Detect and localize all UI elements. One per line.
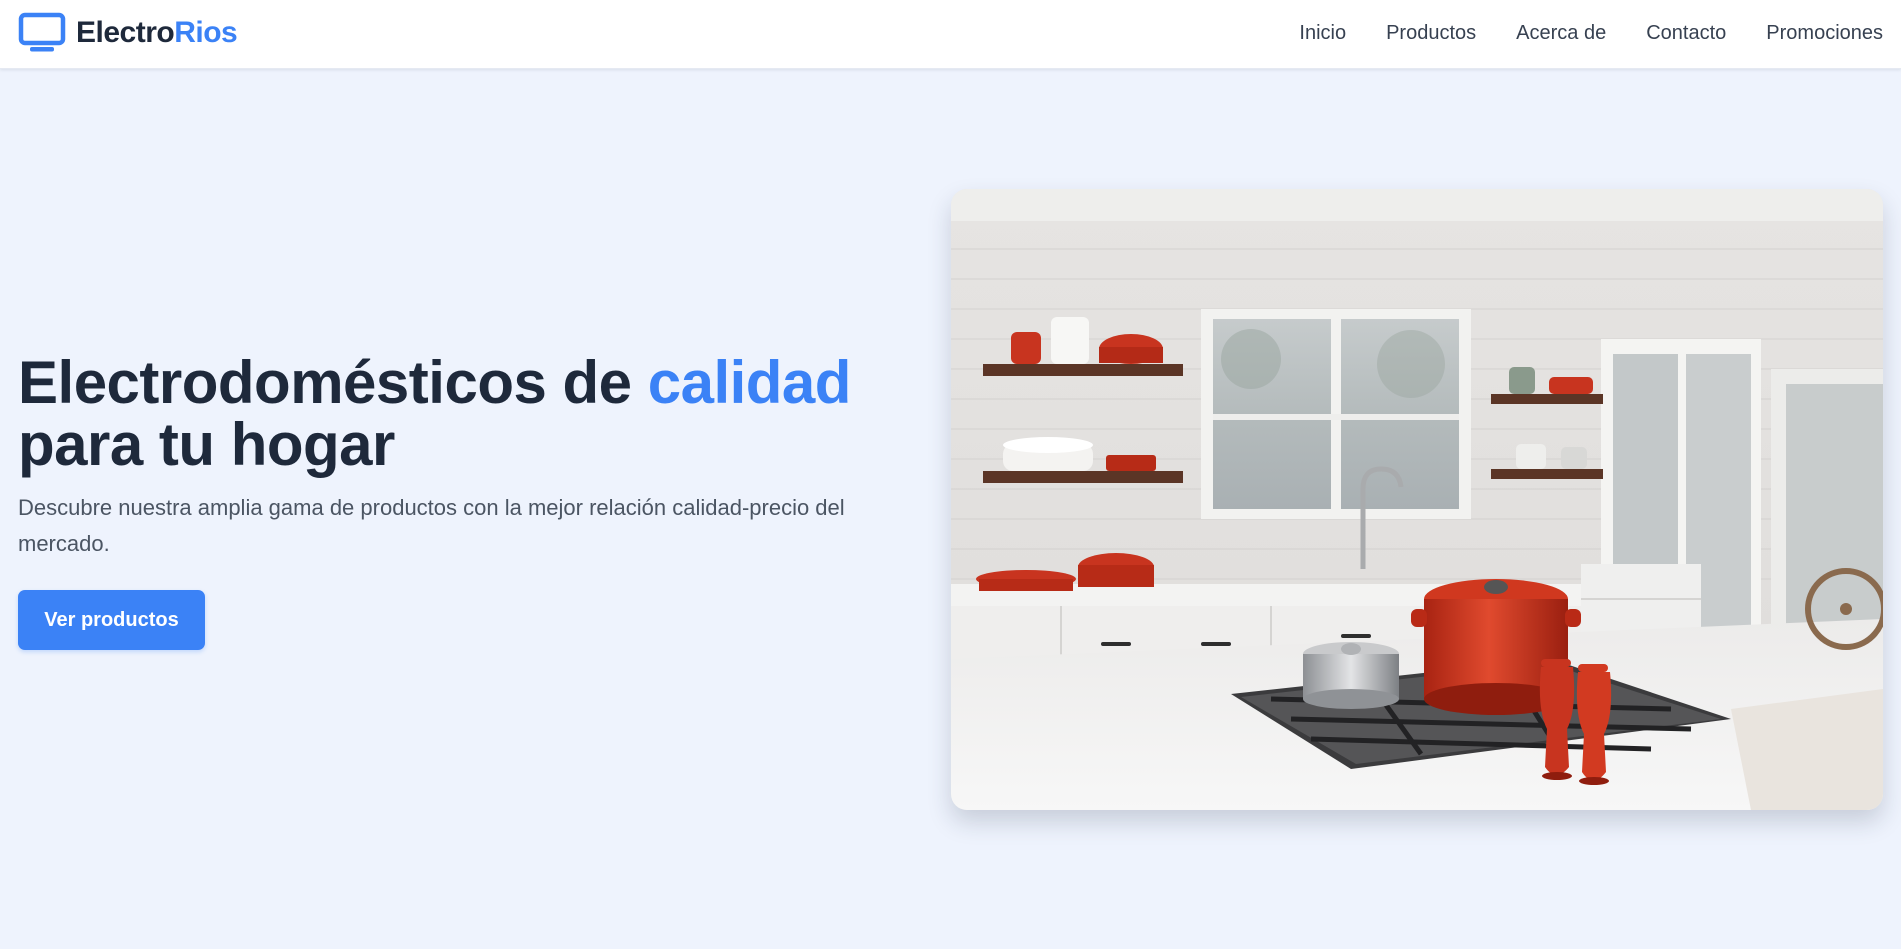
hero-title-part2: para tu hogar: [18, 411, 395, 478]
hero-description: Descubre nuestra amplia gama de producto…: [18, 495, 845, 556]
nav-link-promociones[interactable]: Promociones: [1766, 22, 1883, 45]
brand-name-main: Electro: [76, 16, 175, 49]
hero-title-accent: calidad: [647, 349, 852, 416]
view-products-button[interactable]: Ver productos: [18, 590, 205, 650]
hero-title: Electrodomésticos de calidad para tu hoga…: [18, 352, 918, 476]
monitor-icon: [18, 12, 66, 52]
nav-link-productos[interactable]: Productos: [1386, 22, 1476, 45]
brand-name-accent: Rios: [174, 16, 238, 49]
site-header: ElectroRios Inicio Productos Acerca de C…: [0, 0, 1901, 69]
main-nav: Inicio Productos Acerca de Contacto Prom…: [1259, 0, 1883, 66]
brand-name: ElectroRios: [76, 16, 238, 50]
nav-link-inicio[interactable]: Inicio: [1299, 22, 1346, 45]
brand-logo[interactable]: ElectroRios: [18, 10, 238, 56]
hero-title-part1: Electrodomésticos de: [18, 349, 648, 416]
nav-link-acerca-de[interactable]: Acerca de: [1516, 22, 1606, 45]
nav-link-contacto[interactable]: Contacto: [1646, 22, 1726, 45]
hero-kitchen-image: [951, 189, 1883, 810]
